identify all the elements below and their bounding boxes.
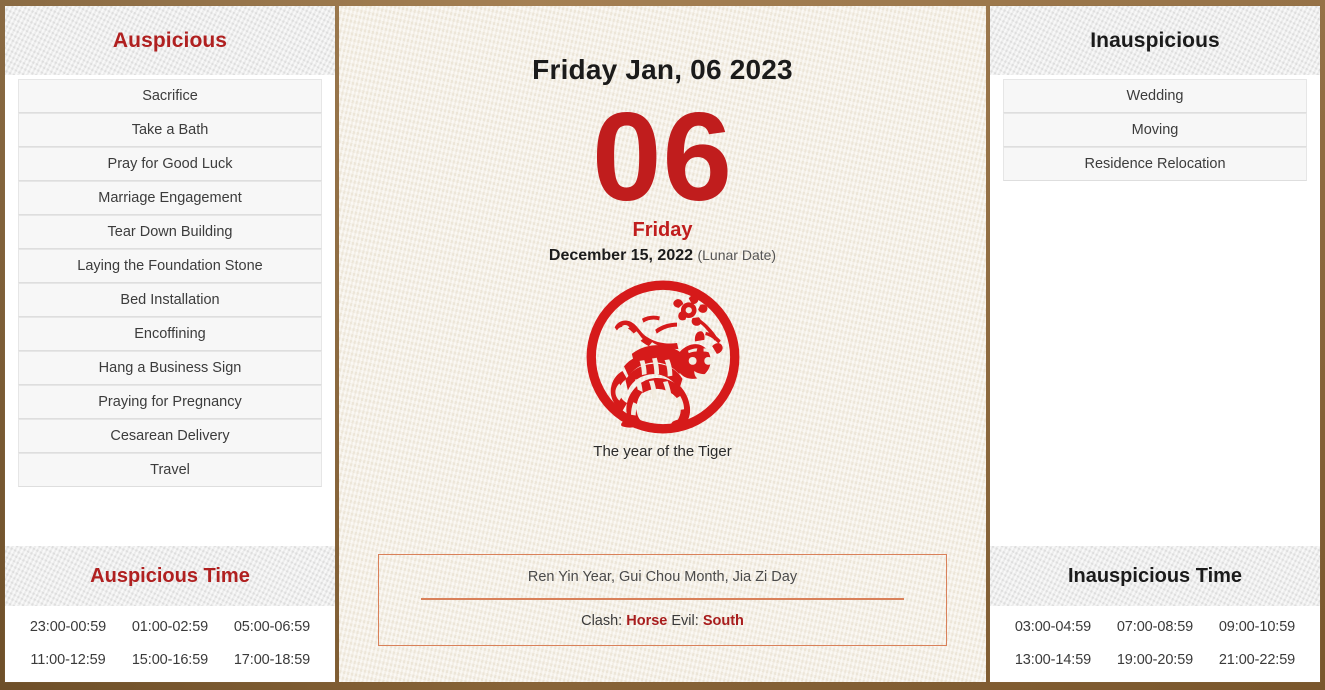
time-slot: 13:00-14:59 [1014, 651, 1092, 668]
auspicious-panel: Auspicious Sacrifice Take a Bath Pray fo… [5, 6, 335, 682]
page-title: Friday Jan, 06 2023 [532, 54, 793, 85]
inauspicious-panel: Inauspicious Wedding Moving Residence Re… [990, 6, 1320, 682]
clash-value: Horse [626, 613, 668, 629]
list-item[interactable]: Encoffining [18, 317, 322, 351]
weekday-label: Friday [632, 219, 693, 242]
list-item[interactable]: Bed Installation [18, 283, 322, 317]
time-slot: 17:00-18:59 [233, 651, 311, 668]
time-slot: 11:00-12:59 [30, 651, 106, 668]
time-slot: 23:00-00:59 [29, 618, 107, 635]
inauspicious-time-grid: 03:00-04:59 07:00-08:59 09:00-10:59 13:0… [990, 606, 1320, 682]
auspicious-item-list: Sacrifice Take a Bath Pray for Good Luck… [5, 75, 335, 546]
list-item[interactable]: Marriage Engagement [18, 181, 322, 215]
almanac-page: Auspicious Sacrifice Take a Bath Pray fo… [0, 0, 1325, 690]
time-slot: 21:00-22:59 [1218, 651, 1296, 668]
date-detail-panel: Friday Jan, 06 2023 06 Friday December 1… [339, 6, 986, 682]
list-item[interactable]: Travel [18, 453, 322, 487]
day-number: 06 [591, 88, 734, 227]
time-slot: 09:00-10:59 [1218, 618, 1296, 635]
time-slot: 01:00-02:59 [131, 618, 209, 635]
auspicious-header: Auspicious [5, 6, 335, 75]
list-item[interactable]: Laying the Foundation Stone [18, 249, 322, 283]
list-item[interactable]: Praying for Pregnancy [18, 385, 322, 419]
tiger-papercut-icon [585, 279, 741, 435]
list-item[interactable]: Residence Relocation [1003, 147, 1307, 181]
lunar-date-value: December 15, 2022 [548, 247, 694, 265]
time-slot: 19:00-20:59 [1116, 651, 1194, 668]
inauspicious-header: Inauspicious [990, 6, 1320, 75]
inauspicious-time-header: Inauspicious Time [990, 546, 1320, 606]
clash-evil-line: Clash: Horse Evil: South [407, 613, 918, 629]
time-slot: 05:00-06:59 [233, 618, 311, 635]
list-item[interactable]: Tear Down Building [18, 215, 322, 249]
time-slot: 15:00-16:59 [131, 651, 209, 668]
list-item[interactable]: Wedding [1003, 79, 1307, 113]
four-pillars-text: Ren Yin Year, Gui Chou Month, Jia Zi Day [527, 569, 798, 585]
list-item[interactable]: Cesarean Delivery [18, 419, 322, 453]
lunar-date-note: (Lunar Date) [697, 247, 777, 264]
list-item[interactable]: Hang a Business Sign [18, 351, 322, 385]
clash-label: Clash: [581, 613, 623, 629]
evil-label: Evil: [671, 613, 699, 629]
list-item[interactable]: Pray for Good Luck [18, 147, 322, 181]
list-item[interactable]: Take a Bath [18, 113, 322, 147]
time-slot: 07:00-08:59 [1116, 618, 1194, 635]
info-divider [421, 598, 904, 600]
list-item[interactable]: Sacrifice [18, 79, 322, 113]
evil-value: South [702, 613, 744, 629]
pillars-info-box: Ren Yin Year, Gui Chou Month, Jia Zi Day… [378, 554, 947, 646]
auspicious-time-header: Auspicious Time [5, 546, 335, 606]
time-slot: 03:00-04:59 [1014, 618, 1092, 635]
list-item[interactable]: Moving [1003, 113, 1307, 147]
inauspicious-item-list: Wedding Moving Residence Relocation [990, 75, 1320, 546]
lunar-date-line: December 15, 2022 (Lunar Date) [549, 247, 776, 265]
zodiac-caption: The year of the Tiger [593, 443, 732, 461]
auspicious-time-grid: 23:00-00:59 01:00-02:59 05:00-06:59 11:0… [5, 606, 335, 682]
